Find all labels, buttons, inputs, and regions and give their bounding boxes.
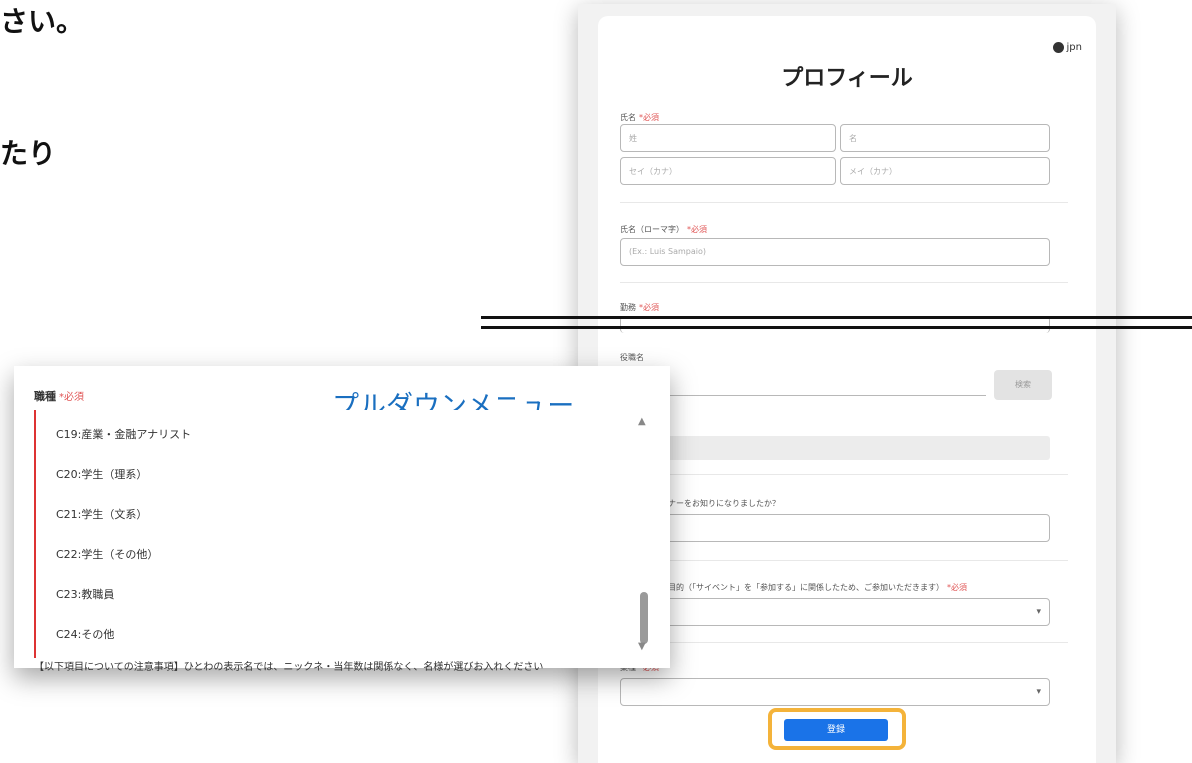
roman-name-label: 氏名（ローマ字） *必須 [620, 225, 707, 234]
last-name-kana-input[interactable]: セイ（カナ） [620, 157, 836, 185]
position-label: 役職名 [620, 353, 644, 362]
dropdown-option[interactable]: C24:その他 [56, 626, 114, 642]
seminar-question-input[interactable] [620, 514, 1050, 542]
instruction-text-fragment: たり [0, 137, 57, 170]
scrollbar[interactable]: ▲ ▼ [638, 416, 648, 652]
last-name-input[interactable]: 姓 [620, 124, 836, 152]
dropdown-option[interactable]: C23:教職員 [56, 586, 114, 602]
company-label: 勤務 *必須 [620, 303, 659, 312]
industry-select[interactable]: ▾ [620, 678, 1050, 706]
scrollbar-thumb[interactable] [640, 592, 648, 644]
register-button-highlight: 登録 [768, 708, 906, 750]
purpose-select[interactable]: ▾ [620, 598, 1050, 626]
dropdown-option[interactable]: C21:学生（文系） [56, 506, 147, 522]
register-button[interactable]: 登録 [784, 719, 888, 741]
chevron-down-icon: ▾ [1036, 607, 1041, 617]
scroll-down-icon[interactable]: ▼ [638, 641, 646, 652]
scroll-up-icon[interactable]: ▲ [638, 416, 646, 427]
divider [620, 474, 1068, 475]
name-label: 氏名 *必須 [620, 113, 659, 122]
first-name-input[interactable]: 名 [840, 124, 1050, 152]
section-header-bar [620, 436, 1050, 460]
job-type-label: 職種 *必須 [34, 390, 84, 403]
dropdown-option[interactable]: C19:産業・金融アナリスト [56, 426, 191, 442]
chevron-down-icon: ▾ [1036, 687, 1041, 697]
search-button[interactable]: 検索 [994, 370, 1052, 400]
globe-icon [1052, 42, 1064, 53]
language-toggle[interactable]: jpn [1052, 42, 1082, 53]
divider [620, 642, 1068, 643]
first-name-kana-input[interactable]: メイ（カナ） [840, 157, 1050, 185]
divider [620, 202, 1068, 203]
divider [620, 282, 1068, 283]
notice-text: 【以下項目についての注意事項】ひとわの表示名では、ニックネ・当年数は関係なく、名… [34, 662, 544, 673]
profile-form-card: jpn プロフィール 氏名 *必須 姓 名 セイ（カナ） メイ（カナ） 氏名（ロー… [598, 16, 1096, 763]
separator-line [481, 326, 1192, 329]
position-input[interactable] [620, 368, 986, 396]
divider [620, 560, 1068, 561]
page-title: プロフィール [781, 66, 913, 91]
roman-name-input[interactable]: (Ex.: Luis Sampaio) [620, 238, 1050, 266]
dropdown-option[interactable]: C20:学生（理系） [56, 466, 147, 482]
dropdown-menu-panel: 職種 *必須 プルダウンメニュー C19:産業・金融アナリスト C20:学生（理系… [14, 366, 670, 673]
job-type-dropdown-list[interactable]: C19:産業・金融アナリスト C20:学生（理系） C21:学生（文系） C22… [34, 410, 654, 658]
language-label: jpn [1066, 42, 1082, 53]
instruction-text-fragment: さい。 [0, 5, 85, 38]
dropdown-option[interactable]: C22:学生（その他） [56, 546, 158, 562]
separator-line [481, 316, 1192, 319]
purpose-label: 本日ご参加の目的（「サイベント」を「参加する」に関係したため、ご参加いただきます… [620, 583, 967, 592]
